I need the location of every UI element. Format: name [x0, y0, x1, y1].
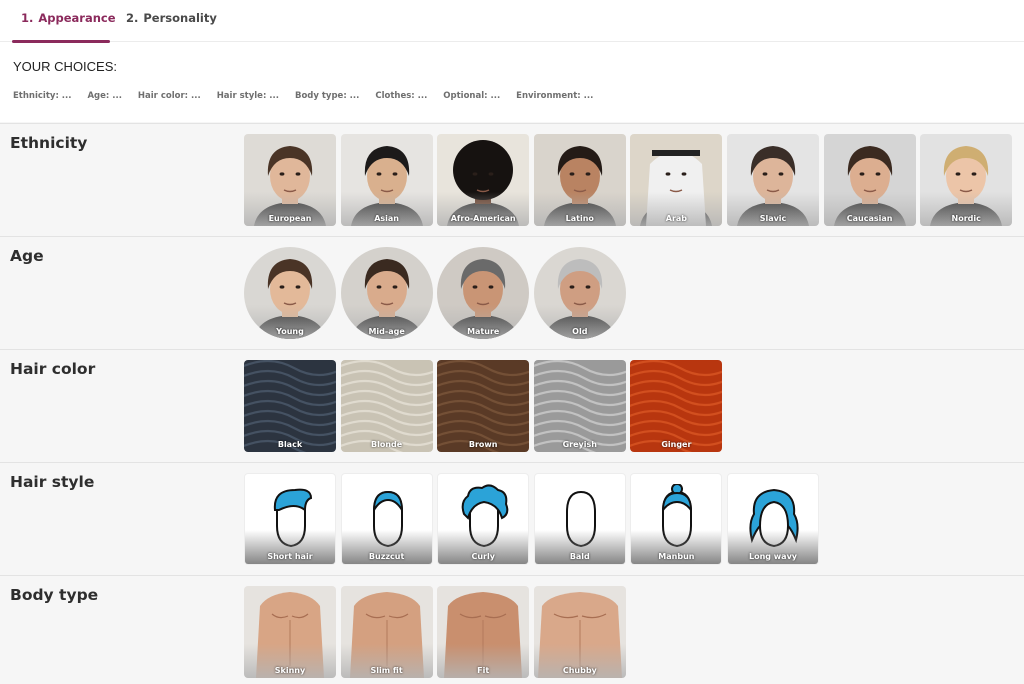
- option-afro-american[interactable]: Afro-American: [437, 134, 530, 226]
- option-old[interactable]: Old: [533, 247, 626, 339]
- choice-optional: Optional: ...: [443, 91, 501, 101]
- option-blonde[interactable]: Blonde: [340, 360, 433, 452]
- option-mature[interactable]: Mature: [437, 247, 530, 339]
- section-hair-color: Hair color Black Blonde Brown Greyish Ginger: [0, 349, 1024, 462]
- option-label: Caucasian: [846, 214, 893, 223]
- option-asian[interactable]: Asian: [340, 134, 433, 226]
- option-bald[interactable]: Bald: [533, 473, 626, 565]
- option-label: Bald: [569, 552, 590, 561]
- option-ginger[interactable]: Ginger: [630, 360, 723, 452]
- section-title: Ethnicity: [10, 134, 88, 152]
- option-black[interactable]: Black: [244, 360, 336, 452]
- tab-number: 2.: [126, 11, 139, 25]
- choice-body-type: Body type: ...: [294, 91, 360, 101]
- option-label: Fit: [477, 666, 490, 675]
- option-label: Arab: [665, 214, 688, 223]
- section-title: Age: [10, 247, 44, 265]
- tab-personality[interactable]: 2. Personality: [117, 0, 217, 42]
- header: 1. Appearance 2. Personality YOUR CHOICES:…: [0, 0, 1024, 122]
- option-label: Brown: [468, 440, 498, 449]
- option-short-hair[interactable]: Short hair: [244, 473, 336, 565]
- choice-ethnicity: Ethnicity: ...: [13, 91, 72, 101]
- hair-swatch-image: [340, 360, 433, 452]
- hair-swatch-image: [533, 360, 626, 452]
- option-mid-age[interactable]: Mid-age: [340, 247, 433, 339]
- option-label: Old: [572, 327, 588, 336]
- option-label: Asian: [374, 214, 399, 223]
- tab-label: Personality: [143, 11, 217, 25]
- choices-summary: Ethnicity: ... Age: ... Hair color: ... …: [13, 91, 606, 101]
- tab-number: 1.: [21, 11, 34, 25]
- option-label: Mid-age: [368, 327, 405, 336]
- option-greyish[interactable]: Greyish: [533, 360, 626, 452]
- section-age: Age Young Mid-age Mature Old: [0, 236, 1024, 349]
- option-manbun[interactable]: Manbun: [630, 473, 723, 565]
- hair-swatch-image: [630, 360, 723, 452]
- option-label: Young: [276, 327, 304, 336]
- option-caucasian[interactable]: Caucasian: [823, 134, 916, 226]
- option-buzzcut[interactable]: Buzzcut: [340, 473, 433, 565]
- choice-age: Age: ...: [87, 91, 122, 101]
- option-slim-fit[interactable]: Slim fit: [340, 586, 433, 678]
- option-label: Skinny: [274, 666, 306, 675]
- option-label: Black: [277, 440, 303, 449]
- hair-swatch-image: [244, 360, 336, 452]
- your-choices-title: YOUR CHOICES:: [13, 59, 118, 74]
- section-ethnicity: Ethnicity European Asian Afro-American L…: [0, 123, 1024, 236]
- option-nordic[interactable]: Nordic: [920, 134, 1013, 226]
- tab-appearance[interactable]: 1. Appearance: [12, 0, 116, 43]
- option-label: Latino: [565, 214, 594, 223]
- option-label: European: [268, 214, 312, 223]
- choice-clothes: Clothes: ...: [375, 91, 428, 101]
- option-european[interactable]: European: [244, 134, 336, 226]
- option-skinny[interactable]: Skinny: [244, 586, 336, 678]
- option-arab[interactable]: Arab: [630, 134, 723, 226]
- tab-bar: 1. Appearance 2. Personality: [0, 0, 1024, 43]
- choice-hair-style: Hair style: ...: [216, 91, 279, 101]
- option-long-wavy[interactable]: Long wavy: [727, 473, 819, 565]
- option-chubby[interactable]: Chubby: [533, 586, 626, 678]
- section-title: Hair style: [10, 473, 95, 491]
- option-label: Blonde: [371, 440, 403, 449]
- option-label: Greyish: [562, 440, 597, 449]
- option-label: Long wavy: [748, 552, 798, 561]
- option-label: Mature: [467, 327, 500, 336]
- option-fit[interactable]: Fit: [437, 586, 530, 678]
- option-label: Buzzcut: [368, 552, 405, 561]
- option-label: Chubby: [562, 666, 597, 675]
- hair-swatch-image: [437, 360, 530, 452]
- option-curly[interactable]: Curly: [437, 473, 530, 565]
- option-label: Slavic: [759, 214, 787, 223]
- section-hair-style: Hair style Short hair Buzzcut Curly Bald Man…: [0, 462, 1024, 575]
- option-slavic[interactable]: Slavic: [727, 134, 819, 226]
- choice-hair-color: Hair color: ...: [137, 91, 201, 101]
- option-label: Manbun: [658, 552, 695, 561]
- section-title: Hair color: [10, 360, 96, 378]
- tab-label: Appearance: [38, 11, 116, 25]
- option-label: Ginger: [661, 440, 692, 449]
- option-young[interactable]: Young: [244, 247, 336, 339]
- option-brown[interactable]: Brown: [437, 360, 530, 452]
- option-label: Curly: [471, 552, 495, 561]
- option-label: Afro-American: [450, 214, 516, 223]
- option-label: Slim fit: [370, 666, 403, 675]
- section-title: Body type: [10, 586, 99, 604]
- option-label: Nordic: [951, 214, 981, 223]
- section-body-type: Body type Skinny Slim fit Fit Chubby: [0, 575, 1024, 684]
- choice-environment: Environment: ...: [516, 91, 594, 101]
- option-label: Short hair: [267, 552, 313, 561]
- option-latino[interactable]: Latino: [533, 134, 626, 226]
